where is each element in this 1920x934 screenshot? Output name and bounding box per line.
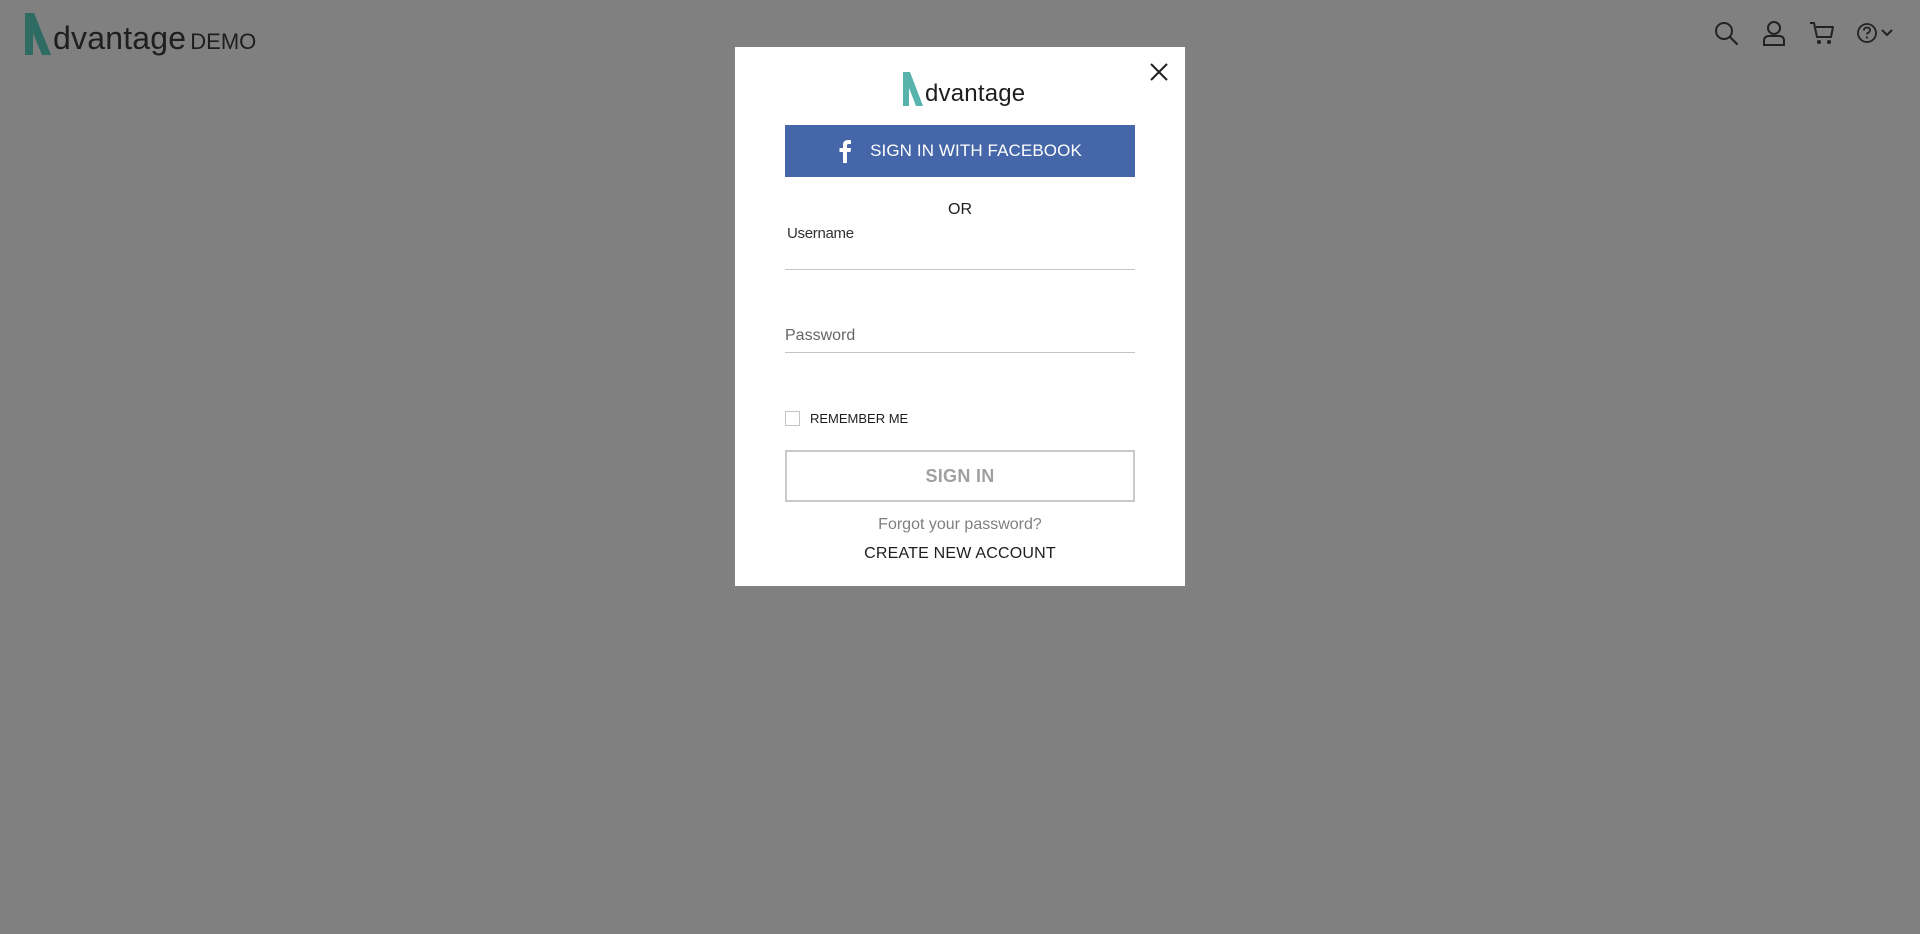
logo-mark-icon — [903, 72, 923, 106]
username-input[interactable] — [785, 245, 1135, 267]
username-field[interactable]: Username — [785, 225, 1135, 270]
help-icon — [1855, 18, 1879, 48]
facebook-signin-button[interactable]: SIGN IN WITH FACEBOOK — [785, 125, 1135, 177]
create-account-link[interactable]: CREATE NEW ACCOUNT — [735, 545, 1185, 563]
username-label: Username — [787, 225, 854, 242]
modal-logo: dvantage — [901, 71, 1025, 107]
or-divider: OR — [948, 201, 972, 218]
chevron-down-icon — [1881, 29, 1893, 37]
header-icons — [1693, 18, 1894, 48]
search-icon[interactable] — [1711, 18, 1741, 48]
facebook-signin-label: SIGN IN WITH FACEBOOK — [870, 141, 1082, 160]
sign-in-button[interactable]: SIGN IN — [785, 450, 1135, 502]
logo-mark-icon — [25, 13, 51, 55]
user-icon[interactable] — [1759, 18, 1789, 48]
page: dvantage DEMO dvantage SIGN IN WITH FACE… — [0, 0, 1920, 934]
remember-me-label: REMEMBER ME — [810, 411, 909, 426]
password-input[interactable] — [785, 328, 1135, 350]
logo-text: dvantage — [53, 20, 187, 56]
site-logo[interactable]: dvantage DEMO — [22, 9, 256, 57]
facebook-icon — [839, 140, 852, 163]
close-icon[interactable] — [1147, 60, 1171, 84]
cart-icon[interactable] — [1807, 18, 1837, 48]
login-modal: dvantage SIGN IN WITH FACEBOOK OR Userna… — [735, 47, 1185, 586]
remember-me[interactable]: REMEMBER ME — [785, 411, 908, 426]
forgot-password-link[interactable]: Forgot your password? — [735, 516, 1185, 534]
modal-logo-text: dvantage — [925, 80, 1026, 107]
help-menu[interactable] — [1855, 18, 1894, 48]
logo-suffix: DEMO — [190, 29, 257, 54]
password-field[interactable]: Password — [785, 313, 1135, 353]
remember-me-checkbox[interactable] — [785, 411, 800, 426]
